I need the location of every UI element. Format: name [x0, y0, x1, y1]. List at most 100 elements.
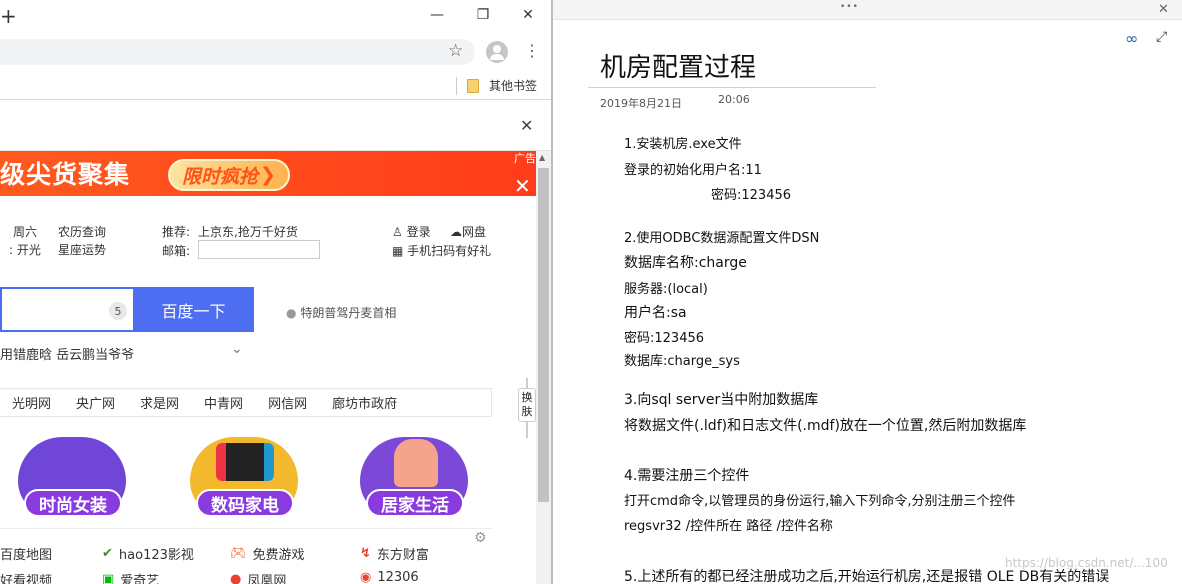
note-line[interactable]: 密码:123456 [624, 327, 704, 346]
site-label: 免费游戏 [252, 548, 305, 563]
site-label: 凤凰网 [247, 574, 287, 584]
scan-qr-link[interactable]: ▦ 手机扫码有好礼 [392, 242, 491, 259]
new-tab-button[interactable]: + [0, 4, 17, 28]
browser-titlebar: + — ❐ ✕ [0, 0, 551, 32]
note-line[interactable]: 用户名:sa [624, 302, 687, 322]
close-icon[interactable]: ✕ [1158, 2, 1169, 17]
profile-avatar-icon[interactable] [486, 41, 508, 63]
hot-topic-label: 特朗普驾丹麦首相 [300, 306, 397, 320]
minimize-button[interactable]: — [414, 0, 460, 30]
note-line[interactable]: 数据库名称:charge [624, 252, 747, 272]
close-icon[interactable]: ✕ [520, 116, 533, 135]
nav-link-qstheory[interactable]: 求是网 [140, 393, 179, 412]
nav-link-youth[interactable]: 中青网 [204, 393, 243, 412]
site-label: 爱奇艺 [120, 574, 160, 584]
browser-window: + — ❐ ✕ ☆ ⋮ 其他书签 ✕ 超级尖货聚集 限时疯抢❯ 广告 ✕ 周六 … [0, 0, 551, 584]
title-underline [588, 87, 876, 88]
site-link-12306[interactable]: ◉ 12306 [360, 570, 419, 584]
netdisk-label: 网盘 [462, 225, 487, 239]
recommend-link[interactable]: 上京东,抢万千好货 [198, 223, 298, 240]
close-ad-icon[interactable]: ✕ [514, 174, 531, 198]
kebab-menu-icon[interactable]: ⋮ [524, 41, 540, 60]
almanac-fortune-text: 开光 [16, 243, 41, 257]
weekday: 周六 [13, 225, 38, 239]
site-link-hao123[interactable]: ✔ hao123影视 [102, 544, 194, 563]
note-line[interactable]: 服务器:(local) [624, 278, 708, 297]
search-input[interactable]: 5 [0, 287, 133, 332]
gamepad-icon: 🎮︎ [230, 546, 247, 561]
note-time: 20:06 [718, 93, 750, 106]
note-line[interactable]: 4.需要注册三个控件 [624, 465, 749, 485]
bullet-icon: ● [286, 306, 297, 320]
site-link-eastmoney[interactable]: ↯ 东方财富 [360, 544, 429, 563]
gear-icon[interactable]: ⚙ [474, 530, 487, 546]
site-link-baidumap[interactable]: 百度地图 [0, 544, 52, 563]
ad-cta-label: 限时疯抢 [182, 165, 259, 188]
note-line[interactable]: 1.安装机房.exe文件 [624, 133, 742, 152]
nav-link-cac[interactable]: 网信网 [268, 393, 307, 412]
sites-divider [0, 528, 492, 529]
site-link-games[interactable]: 🎮︎ 免费游戏 [230, 544, 305, 563]
note-topbar[interactable]: ••• ✕ [553, 0, 1182, 20]
site-label: 百度地图 [0, 548, 53, 563]
note-line[interactable]: 密码:123456 [711, 184, 791, 203]
promo-fashion-label: 时尚女装 [24, 489, 122, 517]
horoscope-link[interactable]: 星座运势 [58, 241, 106, 258]
promo-fashion[interactable]: 时尚女装 [8, 425, 136, 523]
chevron-down-icon[interactable]: ⌄ [231, 341, 243, 357]
expand-icon[interactable]: ⤢ [1156, 29, 1167, 45]
note-line[interactable]: 登录的初始化用户名:11 [624, 159, 762, 178]
note-window: ••• ✕ ∞ ⤢ 机房配置过程 2019年8月21日 20:06 1.安装机房… [553, 0, 1182, 584]
site-label: hao123影视 [118, 548, 194, 563]
restore-button[interactable]: ❐ [460, 0, 506, 30]
note-line[interactable]: regsvr32 /控件所在 路径 /控件名称 [624, 515, 833, 534]
skin-button[interactable]: 换肤 [518, 388, 536, 422]
almanac-fortune: : 开光 [9, 243, 41, 257]
promo-home-label: 居家生活 [366, 489, 464, 517]
note-line[interactable]: 3.向sql server当中附加数据库 [624, 389, 818, 409]
nav-link-langfang[interactable]: 廊坊市政府 [332, 393, 397, 412]
search-badge: 5 [109, 302, 127, 320]
address-bar[interactable]: ☆ [0, 39, 475, 65]
promo-electronics[interactable]: 数码家电 [180, 425, 308, 523]
almanac-link[interactable]: 农历查询 [58, 223, 106, 240]
mailbox-input[interactable] [198, 240, 320, 259]
recommend-label: 推荐: [162, 225, 191, 239]
note-title[interactable]: 机房配置过程 [600, 47, 756, 84]
star-bookmark-icon[interactable]: ☆ [448, 41, 463, 61]
ad-banner-text: 超级尖货聚集 [0, 160, 131, 189]
iqiyi-icon: ▣ [102, 572, 115, 584]
site-link-ifeng[interactable]: ● 凤凰网 [230, 570, 286, 584]
site-label: 东方财富 [376, 548, 429, 563]
drag-handle-icon[interactable]: ••• [840, 2, 859, 12]
site-link-haokan[interactable]: 好看视频 [0, 570, 52, 584]
scroll-up-icon[interactable]: ▲ [539, 153, 545, 162]
nav-link-cnr[interactable]: 央广网 [76, 393, 115, 412]
site-label: 好看视频 [0, 574, 53, 584]
hao-icon: ✔ [102, 546, 113, 561]
bookmarks-bar: 其他书签 [0, 72, 551, 100]
watermark: https://blog.csdn.net/...100 [1005, 556, 1168, 570]
nav-link-gmw[interactable]: 光明网 [12, 393, 51, 412]
bookmarks-folder-other[interactable]: 其他书签 [489, 77, 537, 94]
note-line[interactable]: 数据库:charge_sys [624, 350, 740, 369]
note-line[interactable]: 2.使用ODBC数据源配置文件DSN [624, 227, 819, 246]
hot-topic-link[interactable]: ● 特朗普驾丹麦首相 [286, 304, 396, 321]
hot-search-row[interactable]: 用错鹿晗 岳云鹏当爷爷 [0, 344, 134, 363]
login-link[interactable]: ♙ 登录 [392, 223, 431, 240]
promo-electronics-label: 数码家电 [196, 489, 294, 517]
gamepad-icon [216, 443, 274, 481]
netdisk-link[interactable]: ☁网盘 [450, 223, 486, 240]
bookmarks-divider [456, 77, 457, 95]
note-line[interactable]: 将数据文件(.ldf)和日志文件(.mdf)放在一个位置,然后附加数据库 [624, 415, 1026, 435]
page-scrollbar-thumb[interactable] [538, 168, 549, 502]
link-sync-icon[interactable]: ∞ [1125, 29, 1138, 48]
ad-cta-button[interactable]: 限时疯抢 ❯ [168, 159, 290, 191]
promo-home[interactable]: 居家生活 [350, 425, 478, 523]
scan-label: 手机扫码有好礼 [407, 244, 492, 258]
find-bar: ✕ [0, 101, 551, 151]
close-window-button[interactable]: ✕ [505, 0, 551, 30]
site-link-iqiyi[interactable]: ▣ 爱奇艺 [102, 570, 159, 584]
search-button[interactable]: 百度一下 [133, 287, 254, 332]
note-line[interactable]: 打开cmd命令,以管理员的身份运行,输入下列命令,分别注册三个控件 [624, 490, 1015, 509]
